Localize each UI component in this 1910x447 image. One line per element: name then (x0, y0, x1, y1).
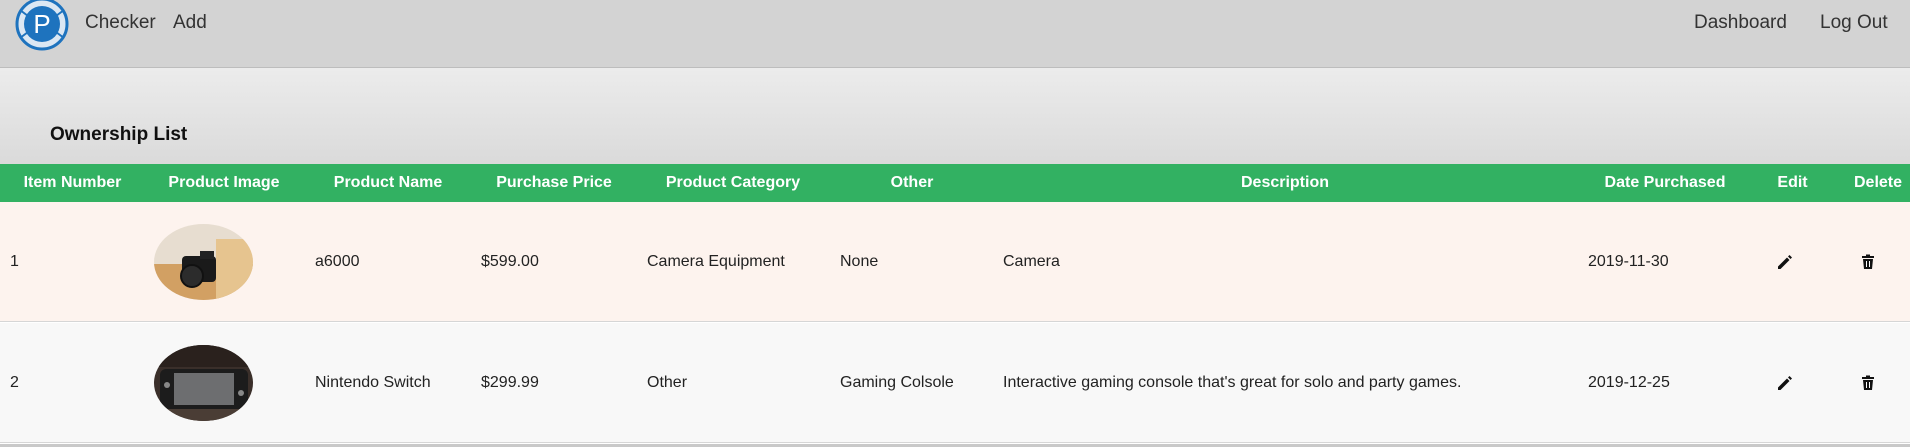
page-title: Ownership List (50, 124, 188, 145)
pencil-icon[interactable] (1775, 252, 1795, 272)
logo-icon[interactable]: P (14, 0, 70, 52)
cell-date-purchased: 2019-11-30 (1588, 253, 1669, 270)
pencil-icon[interactable] (1775, 373, 1795, 393)
cell-product-name: Nintendo Switch (315, 374, 431, 391)
cell-purchase-price: $299.99 (481, 374, 539, 391)
col-delete: Delete (1853, 174, 1903, 191)
trash-icon[interactable] (1858, 252, 1878, 272)
cell-category: Other (647, 374, 688, 391)
logo-letter: P (33, 9, 50, 39)
cell-description: Camera (1003, 253, 1060, 270)
product-image-switch (154, 345, 253, 421)
col-purchase-price: Purchase Price (496, 174, 612, 191)
nav-checker-link[interactable]: Checker (85, 12, 156, 34)
col-edit: Edit (1777, 174, 1808, 191)
col-description: Description (1240, 174, 1329, 191)
cell-product-name: a6000 (315, 253, 360, 270)
col-product-image: Product Image (168, 174, 280, 191)
col-product-name: Product Name (333, 174, 443, 191)
cell-item-number: 1 (10, 253, 19, 270)
trash-icon[interactable] (1858, 373, 1878, 393)
cell-purchase-price: $599.00 (481, 253, 539, 270)
cell-item-number: 2 (10, 374, 19, 391)
col-other: Other (890, 174, 934, 191)
col-product-category: Product Category (665, 174, 801, 191)
cell-category: Camera Equipment (647, 253, 785, 270)
cell-other: Gaming Colsole (840, 374, 954, 391)
page-header-band (0, 68, 1910, 164)
nav-dashboard-link[interactable]: Dashboard (1694, 12, 1787, 34)
col-date-purchased: Date Purchased (1604, 174, 1726, 191)
product-image-camera (154, 224, 253, 300)
top-navbar: P Checker Add Dashboard Log Out (0, 0, 1910, 68)
nav-logout-link[interactable]: Log Out (1820, 12, 1888, 34)
table-row: 2 Nintendo Switch $299.99 Other Gaming C… (0, 323, 1910, 443)
cell-date-purchased: 2019-12-25 (1588, 374, 1670, 391)
cell-other: None (840, 253, 879, 270)
table-row: 1 a6000 $599.00 Camera Equipment None Ca… (0, 202, 1910, 322)
col-item-number: Item Number (23, 174, 122, 191)
table-header: Item Number Product Image Product Name P… (0, 164, 1910, 202)
cell-description: Interactive gaming console that's great … (1003, 374, 1462, 391)
nav-add-link[interactable]: Add (173, 12, 207, 34)
